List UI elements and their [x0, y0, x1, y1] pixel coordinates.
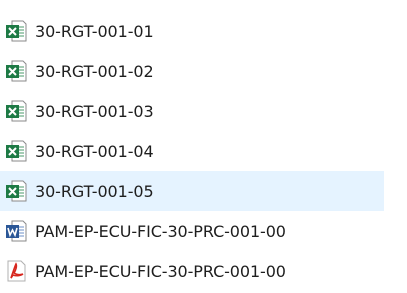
file-row[interactable]: 30-RGT-001-01	[0, 11, 384, 51]
excel-file-icon	[6, 100, 27, 122]
file-name: PAM-EP-ECU-FIC-30-PRC-001-00	[35, 261, 286, 281]
file-name: 30-RGT-001-03	[35, 101, 154, 121]
file-name: 30-RGT-001-02	[35, 61, 154, 81]
file-row[interactable]: 30-RGT-001-02	[0, 51, 384, 91]
file-name: 30-RGT-001-04	[35, 141, 154, 161]
file-name: 30-RGT-001-05	[35, 181, 154, 201]
file-row[interactable]: PAM-EP-ECU-FIC-30-PRC-001-00	[0, 251, 384, 291]
excel-file-icon	[6, 180, 27, 202]
excel-file-icon	[6, 60, 27, 82]
excel-file-icon	[6, 140, 27, 162]
word-file-icon	[6, 220, 27, 242]
file-name: 30-RGT-001-01	[35, 21, 154, 41]
pdf-file-icon	[7, 260, 26, 282]
file-list: 30-RGT-001-01 30-RGT-001-02 30-RGT-001-0…	[0, 11, 407, 291]
file-row[interactable]: PAM-EP-ECU-FIC-30-PRC-001-00	[0, 211, 384, 251]
file-row[interactable]: 30-RGT-001-04	[0, 131, 384, 171]
file-row[interactable]: 30-RGT-001-03	[0, 91, 384, 131]
excel-file-icon	[6, 20, 27, 42]
file-name: PAM-EP-ECU-FIC-30-PRC-001-00	[35, 221, 286, 241]
file-row-selected[interactable]: 30-RGT-001-05	[0, 171, 384, 211]
